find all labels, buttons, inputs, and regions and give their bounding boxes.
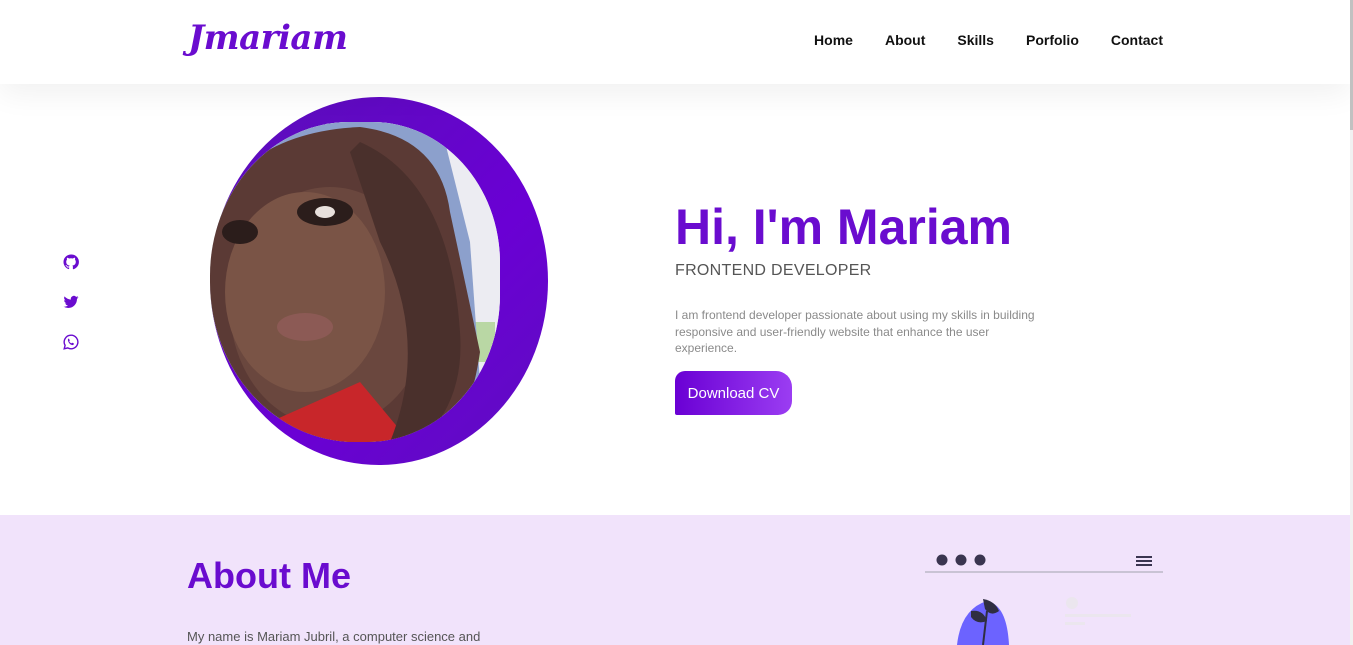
about-section: About Me My name is Mariam Jubril, a com… bbox=[0, 515, 1350, 645]
hero-title: Hi, I'm Mariam bbox=[675, 199, 1012, 255]
nav-about[interactable]: About bbox=[885, 32, 925, 48]
nav-contact[interactable]: Contact bbox=[1111, 32, 1163, 48]
about-illustration bbox=[925, 554, 1163, 645]
about-text: My name is Mariam Jubril, a computer sci… bbox=[187, 629, 481, 644]
header: Jmariam Home About Skills Porfolio Conta… bbox=[0, 0, 1350, 84]
portrait-image bbox=[210, 122, 500, 442]
download-cv-button[interactable]: Download CV bbox=[675, 371, 792, 415]
nav-portfolio[interactable]: Porfolio bbox=[1026, 32, 1079, 48]
nav-skills[interactable]: Skills bbox=[957, 32, 994, 48]
twitter-icon[interactable] bbox=[62, 294, 80, 310]
about-title: About Me bbox=[187, 555, 351, 596]
main-nav: Home About Skills Porfolio Contact bbox=[782, 32, 1163, 48]
nav-home[interactable]: Home bbox=[814, 32, 853, 48]
whatsapp-icon[interactable] bbox=[62, 334, 80, 350]
logo[interactable]: Jmariam bbox=[188, 18, 348, 58]
hero-description: I am frontend developer passionate about… bbox=[675, 308, 1035, 355]
github-icon[interactable] bbox=[62, 254, 80, 270]
page: Jmariam Home About Skills Porfolio Conta… bbox=[0, 0, 1350, 645]
profile-photo bbox=[210, 122, 500, 442]
profile-avatar bbox=[210, 97, 548, 465]
social-links bbox=[62, 254, 80, 350]
hero-subtitle: FRONTEND DEVELOPER bbox=[675, 262, 872, 279]
